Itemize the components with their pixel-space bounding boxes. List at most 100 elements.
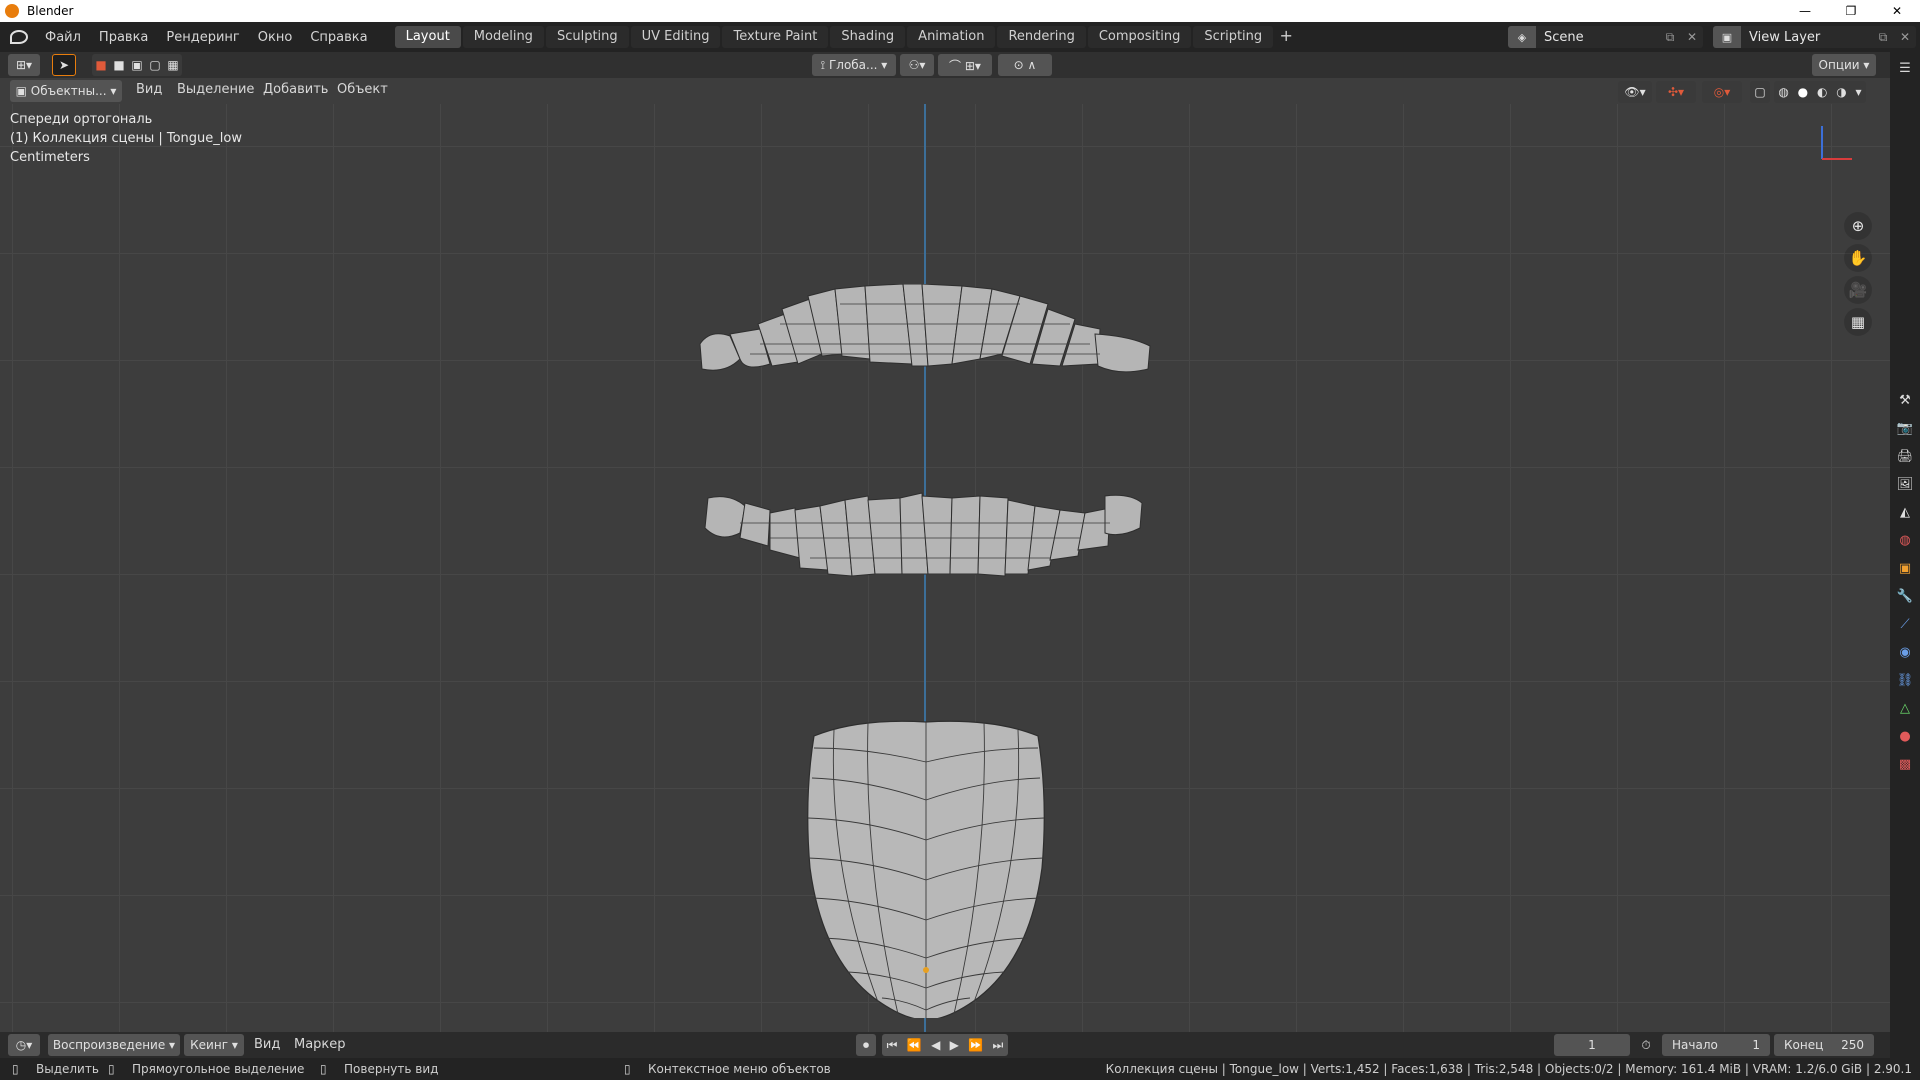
physics-properties-icon[interactable]: ◉ xyxy=(1893,640,1917,664)
jump-keyframe-back-icon[interactable]: ⏪ xyxy=(907,1038,922,1052)
timeline-menu-view[interactable]: Вид xyxy=(254,1037,280,1052)
solid-shading-icon[interactable]: ● xyxy=(1798,85,1808,99)
camera-view-icon[interactable]: 🎥 xyxy=(1844,276,1872,304)
window-titlebar: Blender — ❐ ✕ xyxy=(0,0,1920,22)
scene-selector[interactable]: ◈ Scene ⧉ ✕ xyxy=(1508,26,1703,48)
tab-scripting[interactable]: Scripting xyxy=(1193,26,1274,48)
material-shading-icon[interactable]: ◐ xyxy=(1817,85,1827,99)
jump-start-icon[interactable]: ⏮ xyxy=(887,1038,898,1053)
render-properties-icon[interactable]: 📷 xyxy=(1893,416,1917,440)
tab-uv-editing[interactable]: UV Editing xyxy=(630,26,721,48)
object-properties-icon[interactable]: ▣ xyxy=(1893,556,1917,580)
tab-compositing[interactable]: Compositing xyxy=(1087,26,1192,48)
new-view-layer-icon[interactable]: ⧉ xyxy=(1872,30,1894,45)
timeline-editor-type-icon[interactable]: ◷▾ xyxy=(8,1034,40,1056)
start-frame-field[interactable]: Начало 1 xyxy=(1662,1034,1770,1056)
menu-edit[interactable]: Правка xyxy=(90,30,157,45)
tab-modeling[interactable]: Modeling xyxy=(462,26,544,48)
menu-file[interactable]: Файл xyxy=(36,30,90,45)
view-layer-properties-icon[interactable]: 🖼 xyxy=(1893,472,1917,496)
blender-menu-icon[interactable] xyxy=(10,30,28,44)
tool-properties-icon[interactable]: ⚒ xyxy=(1893,388,1917,412)
blender-logo-icon xyxy=(5,4,19,18)
axis-gizmo[interactable] xyxy=(1800,114,1860,174)
world-properties-icon[interactable]: ◍ xyxy=(1893,528,1917,552)
end-frame-field[interactable]: Конец 250 xyxy=(1774,1034,1874,1056)
properties-sidebar: ☰ ⚒ 📷 🖨 🖼 ◭ ◍ ▣ 🔧 ⟋ ◉ ⛓ △ ● ▩ xyxy=(1890,52,1920,1058)
status-context-menu-hint: Контекстное меню объектов xyxy=(648,1062,831,1076)
scene-properties-icon[interactable]: ◭ xyxy=(1893,500,1917,524)
jump-keyframe-forward-icon[interactable]: ⏩ xyxy=(968,1038,983,1052)
pivot-point-icon[interactable]: ⚇▾ xyxy=(900,54,934,76)
proportional-edit-icon[interactable]: ⊙ ∧ xyxy=(998,54,1052,76)
overlays-toggle-icon[interactable]: ◎▾ xyxy=(1702,81,1742,103)
mouse-middle-icon: ▯ xyxy=(320,1062,327,1076)
workspace-tabs: Layout Modeling Sculpting UV Editing Tex… xyxy=(394,24,1298,50)
close-button[interactable]: ✕ xyxy=(1874,0,1920,22)
viewport-menu-object[interactable]: Объект xyxy=(337,82,388,97)
xray-toggle-icon[interactable]: ▢ xyxy=(1750,81,1770,103)
material-properties-icon[interactable]: ● xyxy=(1893,724,1917,748)
constraint-properties-icon[interactable]: ⛓ xyxy=(1893,668,1917,692)
view-layer-selector[interactable]: ▣ View Layer ⧉ ✕ xyxy=(1713,26,1916,48)
viewport-menu-select[interactable]: Выделение xyxy=(177,82,254,97)
timeline-menu-marker[interactable]: Маркер xyxy=(294,1037,346,1052)
keying-dropdown[interactable]: Кеинг ▾ xyxy=(184,1034,244,1056)
tab-sculpting[interactable]: Sculpting xyxy=(545,26,629,48)
lower-teeth-mesh[interactable] xyxy=(700,488,1150,598)
data-properties-icon[interactable]: △ xyxy=(1893,696,1917,720)
play-reverse-icon[interactable]: ◀ xyxy=(931,1038,940,1052)
tab-shading[interactable]: Shading xyxy=(830,26,906,48)
tab-layout[interactable]: Layout xyxy=(394,26,461,48)
zoom-icon[interactable]: ⊕ xyxy=(1844,212,1872,240)
remove-view-layer-icon[interactable]: ✕ xyxy=(1894,30,1916,44)
outliner-icon[interactable]: ☰ xyxy=(1893,56,1917,80)
current-frame-field[interactable]: 1 xyxy=(1554,1034,1630,1056)
auto-keying-icon[interactable]: ⏺ xyxy=(856,1034,876,1056)
play-icon[interactable]: ▶ xyxy=(950,1038,959,1052)
upper-teeth-mesh[interactable] xyxy=(690,284,1160,444)
tongue-mesh[interactable] xyxy=(798,718,1054,1018)
playback-dropdown[interactable]: Воспроизведение ▾ xyxy=(48,1034,180,1056)
preview-range-icon[interactable]: ⏱ xyxy=(1636,1034,1656,1056)
jump-end-icon[interactable]: ⏭ xyxy=(992,1038,1003,1053)
menu-window[interactable]: Окно xyxy=(249,30,302,45)
orientation-icon: ⟟ xyxy=(820,57,829,72)
rendered-shading-icon[interactable]: ◑ xyxy=(1836,85,1846,99)
transform-orientation-dropdown[interactable]: ⟟ Глоба... ▾ xyxy=(812,54,896,76)
selection-mode-icons[interactable]: ■ ■ ▣ ▢ ▦ xyxy=(92,54,182,76)
particle-properties-icon[interactable]: ⟋ xyxy=(1893,612,1917,636)
wireframe-shading-icon[interactable]: ◍ xyxy=(1778,85,1788,99)
menu-render[interactable]: Рендеринг xyxy=(157,30,248,45)
viewport-menu-view[interactable]: Вид xyxy=(136,82,162,97)
tab-texture-paint[interactable]: Texture Paint xyxy=(722,26,829,48)
modifier-properties-icon[interactable]: 🔧 xyxy=(1893,584,1917,608)
select-tool-icon[interactable]: ➤ xyxy=(52,54,76,76)
origin-point-icon xyxy=(923,967,929,973)
viewport-menu-add[interactable]: Добавить xyxy=(263,82,328,97)
texture-properties-icon[interactable]: ▩ xyxy=(1893,752,1917,776)
tab-animation[interactable]: Animation xyxy=(907,26,996,48)
top-bar: Файл Правка Рендеринг Окно Справка Layou… xyxy=(0,22,1920,52)
snap-icon[interactable]: ⌒ ⊞▾ xyxy=(938,54,992,76)
editor-type-icon[interactable]: ⊞▾ xyxy=(8,54,40,76)
menu-help[interactable]: Справка xyxy=(301,30,376,45)
status-select-hint: Выделить xyxy=(36,1062,99,1076)
visibility-icon[interactable]: 👁▾ xyxy=(1618,81,1652,103)
tab-rendering[interactable]: Rendering xyxy=(997,26,1086,48)
maximize-button[interactable]: ❐ xyxy=(1828,0,1874,22)
view-layer-icon: ▣ xyxy=(1713,26,1741,48)
perspective-grid-icon[interactable]: ▦ xyxy=(1844,308,1872,336)
mode-dropdown[interactable]: ▣ Объектны... ▾ xyxy=(10,80,122,102)
pan-hand-icon[interactable]: ✋ xyxy=(1844,244,1872,272)
3d-viewport[interactable]: ▣ Объектны... ▾ Вид Выделение Добавить О… xyxy=(0,80,1890,1032)
options-dropdown[interactable]: Опции ▾ xyxy=(1812,54,1876,76)
output-properties-icon[interactable]: 🖨 xyxy=(1893,444,1917,468)
remove-scene-icon[interactable]: ✕ xyxy=(1681,30,1703,44)
shading-options-icon[interactable]: ▾ xyxy=(1856,85,1862,99)
gizmo-toggle-icon[interactable]: ✣▾ xyxy=(1656,81,1696,103)
add-workspace-button[interactable]: + xyxy=(1275,26,1297,48)
minimize-button[interactable]: — xyxy=(1782,0,1828,22)
new-scene-icon[interactable]: ⧉ xyxy=(1659,30,1681,45)
shading-mode-icons[interactable]: ◍ ● ◐ ◑ ▾ xyxy=(1774,81,1866,103)
